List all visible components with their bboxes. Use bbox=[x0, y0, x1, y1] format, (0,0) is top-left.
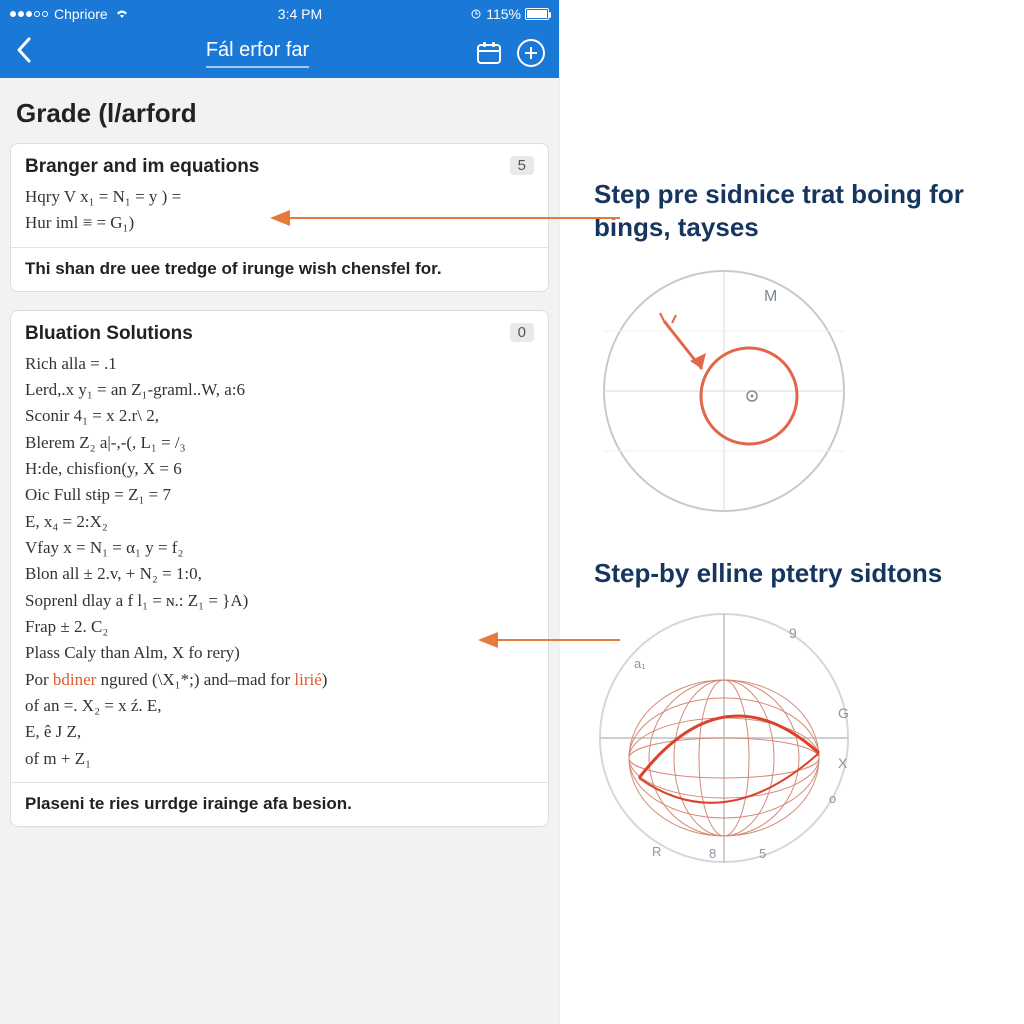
card-footer: Thi shan dre uee tredge of irunge wish c… bbox=[11, 247, 548, 291]
add-button[interactable] bbox=[517, 39, 545, 67]
svg-text:G: G bbox=[838, 705, 849, 721]
calendar-button[interactable] bbox=[475, 39, 503, 67]
solution-line: E, x₄ = 2:X₂ bbox=[25, 509, 534, 535]
svg-text:o: o bbox=[829, 791, 836, 806]
svg-text:9: 9 bbox=[789, 625, 797, 641]
card-title: Branger and im equations bbox=[25, 156, 510, 178]
solution-line: of m + Z₁ bbox=[25, 746, 534, 772]
solution-line: Blerem Z₂ a|-,-(, L₁ = /₃ bbox=[25, 430, 534, 456]
alarm-icon bbox=[470, 6, 482, 22]
solution-line: Plass Caly than Alm, X fo rery) bbox=[25, 640, 534, 666]
svg-text:8: 8 bbox=[709, 846, 716, 861]
solution-line: Soprenl dlay a f l₁ = ɴ.: Z₁ = }A) bbox=[25, 588, 534, 614]
battery-icon bbox=[525, 8, 549, 20]
equation-line: Hur iml ≡ = G₁) bbox=[25, 210, 534, 236]
status-time: 3:4 PM bbox=[130, 6, 471, 22]
solution-line: H:de, chisfion(y, X = 6 bbox=[25, 456, 534, 482]
nav-bar: Fál erfor far bbox=[0, 28, 559, 78]
carrier-label: Chpriore bbox=[54, 6, 108, 22]
status-left: Chpriore bbox=[10, 6, 130, 22]
phone-mockup: Chpriore 3:4 PM 115% Fál erfor far bbox=[0, 0, 560, 1024]
plus-circle-icon bbox=[517, 39, 545, 67]
solution-line: Oic Full stɨp = Z₁ = 7 bbox=[25, 482, 534, 508]
page-content: Grade (l/arford Branger and im equations… bbox=[0, 78, 559, 1024]
page-title: Grade (l/arford bbox=[10, 92, 549, 143]
equation-line: Hqry V x₁ = N₁ = y ) = bbox=[25, 184, 534, 210]
callout-title-1: Step pre sidnice trat boing for bings, t… bbox=[594, 178, 1012, 243]
solution-line: Vfay x = N₁ = α₁ y = f₂ bbox=[25, 535, 534, 561]
battery-pct: 115% bbox=[486, 6, 521, 22]
chevron-left-icon bbox=[16, 37, 32, 63]
card-equations[interactable]: Branger and im equations 5 Hqry V x₁ = N… bbox=[10, 143, 549, 292]
solution-line: Lerd,.x y₁ = an Z₁-graml..W, a:6 bbox=[25, 377, 534, 403]
card-solutions[interactable]: Bluation Solutions 0 Rich alla = .1Lerd,… bbox=[10, 310, 549, 827]
nav-title: Fál erfor far bbox=[206, 39, 309, 68]
card-footer: Plaseni te ries urrdge irainge afa besio… bbox=[11, 782, 548, 826]
solution-line: Sconir 4₁ = x 2.r\ 2, bbox=[25, 403, 534, 429]
calendar-icon bbox=[476, 41, 502, 65]
solution-line: Blon all ± 2.v, + N₂ = 1:0, bbox=[25, 561, 534, 587]
card-title: Bluation Solutions bbox=[25, 323, 510, 345]
card-body: Hqry V x₁ = N₁ = y ) = Hur iml ≡ = G₁) bbox=[11, 182, 548, 247]
solution-line: Por bdiner ngured (\X₁*;) and–mad for li… bbox=[25, 667, 534, 693]
diagram-sphere: 9 G X o 5 8 R a₁ bbox=[594, 608, 854, 868]
wifi-icon bbox=[114, 6, 130, 22]
signal-dots-icon bbox=[10, 11, 48, 17]
diagram-circle: M bbox=[594, 261, 854, 521]
callouts-column: Step pre sidnice trat boing for bings, t… bbox=[560, 0, 1024, 1024]
solution-line: E, ê J Z, bbox=[25, 719, 534, 745]
svg-text:X: X bbox=[838, 755, 848, 771]
svg-text:5: 5 bbox=[759, 846, 766, 861]
svg-text:a₁: a₁ bbox=[634, 656, 646, 671]
solution-line: Rich alla = .1 bbox=[25, 351, 534, 377]
callout-title-2: Step-by elline ptetry sidtons bbox=[594, 557, 1012, 590]
svg-text:R: R bbox=[652, 844, 661, 859]
solution-line: Frap ± 2. C₂ bbox=[25, 614, 534, 640]
axis-label-m: M bbox=[764, 288, 777, 305]
status-bar: Chpriore 3:4 PM 115% bbox=[0, 0, 559, 28]
card-badge: 0 bbox=[510, 323, 534, 342]
solution-line: of an =. X₂ = x ź. E, bbox=[25, 693, 534, 719]
card-badge: 5 bbox=[510, 156, 534, 175]
card-body: Rich alla = .1Lerd,.x y₁ = an Z₁-graml..… bbox=[11, 349, 548, 783]
status-right: 115% bbox=[470, 6, 549, 22]
back-button[interactable] bbox=[8, 37, 40, 70]
